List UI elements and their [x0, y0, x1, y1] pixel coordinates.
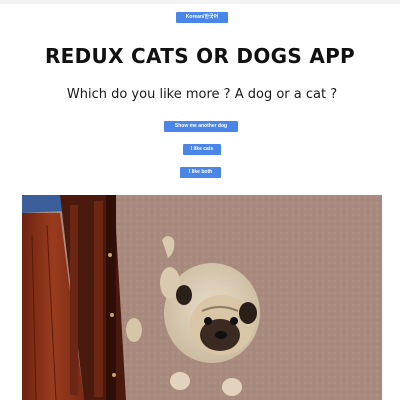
like-cats-button[interactable]: I like cats	[183, 144, 221, 155]
like-both-button[interactable]: I like both	[180, 167, 221, 178]
top-scroll-edge	[0, 0, 400, 4]
pug-photo-icon	[22, 195, 382, 400]
page-title: REDUX CATS OR DOGS APP	[44, 44, 356, 68]
question-text: Which do you like more ? A dog or a cat …	[66, 87, 338, 102]
language-toggle-button[interactable]: Korean/한국어	[176, 12, 228, 23]
show-another-dog-button[interactable]: Show me another dog	[164, 121, 238, 132]
dog-photo	[22, 195, 382, 400]
app-page: Korean/한국어 REDUX CATS OR DOGS APP Which …	[0, 0, 400, 400]
